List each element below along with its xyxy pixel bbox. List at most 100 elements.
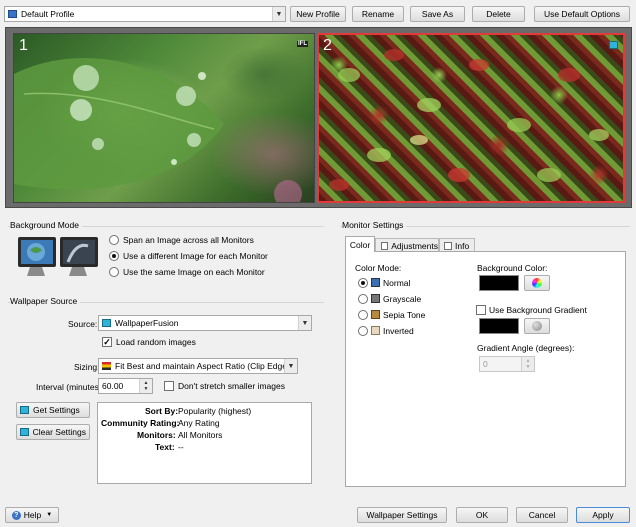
interval-label: Interval (minutes): (36, 382, 105, 392)
use-gradient-checkbox[interactable] (476, 305, 486, 315)
info-text-key: Text: (155, 442, 175, 452)
bg-mode-different-radio[interactable] (109, 251, 119, 261)
info-sortby-value: Popularity (highest) (178, 406, 252, 416)
source-select[interactable]: WallpaperFusion ▼ (98, 315, 312, 331)
color-mode-sepia-label: Sepia Tone (383, 310, 426, 320)
sizing-select[interactable]: Fit Best and maintain Aspect Ratio (Clip… (98, 358, 298, 374)
monitor-2-number: 2 (323, 37, 332, 54)
clear-settings-button[interactable]: Clear Settings (16, 424, 90, 440)
inverted-mode-icon (371, 326, 380, 335)
interval-value: 60.00 (102, 381, 124, 391)
wallpaperfusion-icon (20, 406, 29, 414)
cancel-button[interactable]: Cancel (516, 507, 568, 523)
tab-color[interactable]: Color (345, 236, 375, 252)
gradient-color-picker-button[interactable] (524, 318, 550, 334)
use-default-options-button[interactable]: Use Default Options (534, 6, 630, 22)
dont-stretch-label: Don't stretch smaller images (178, 381, 285, 391)
chevron-down-icon: ▼ (298, 316, 311, 330)
delete-button[interactable]: Delete (472, 6, 525, 22)
color-mode-inverted-label: Inverted (383, 326, 414, 336)
ok-button[interactable]: OK (456, 507, 508, 523)
gradient-color-disabled-icon (532, 321, 542, 331)
tab-adjustments-label: Adjustments (391, 240, 438, 251)
background-color-swatch[interactable] (479, 275, 519, 291)
color-mode-normal-label: Normal (383, 278, 411, 288)
color-mode-sepia-radio[interactable] (358, 310, 368, 320)
coleus-image (329, 49, 609, 191)
interval-input[interactable]: 60.00 ▲ ▼ (98, 378, 153, 394)
monitor-1-preview[interactable]: 1 IFL (13, 33, 315, 203)
background-color-picker-button[interactable] (524, 275, 550, 291)
gradient-angle-label: Gradient Angle (degrees): (477, 343, 575, 353)
wallpaper-source-title: Wallpaper Source (10, 296, 81, 306)
save-as-button[interactable]: Save As (410, 6, 465, 22)
color-mode-normal-radio[interactable] (358, 278, 368, 288)
load-random-checkbox[interactable]: ✓ (102, 337, 112, 347)
load-random-label: Load random images (116, 337, 196, 347)
leaf-image (14, 58, 302, 202)
help-button[interactable]: ? Help ▼ (5, 507, 59, 523)
chevron-down-icon: ▼ (272, 7, 285, 21)
tab-info-label: Info (455, 240, 470, 251)
get-settings-button[interactable]: Get Settings (16, 402, 90, 418)
info-rating-key: Community Rating: (101, 418, 180, 428)
get-settings-label: Get Settings (33, 405, 80, 415)
color-mode-grayscale-label: Grayscale (383, 294, 422, 304)
monitor-2-preview[interactable]: 2 (317, 33, 625, 203)
new-profile-button[interactable]: New Profile (290, 6, 346, 22)
info-tab-checkbox[interactable] (444, 241, 452, 250)
apply-button[interactable]: Apply (576, 507, 630, 523)
color-wheel-icon (532, 278, 542, 288)
sepia-mode-icon (371, 310, 380, 319)
spinner-arrows-icon[interactable]: ▲ ▼ (521, 357, 534, 371)
background-color-label: Background Color: (477, 263, 548, 273)
tab-adjustments[interactable]: Adjustments (375, 238, 439, 252)
spinner-arrows-icon[interactable]: ▲ ▼ (139, 379, 152, 393)
bg-mode-span-label: Span an Image across all Monitors (123, 235, 254, 245)
tab-info[interactable]: Info (439, 238, 475, 252)
wallpaper-settings-button[interactable]: Wallpaper Settings (357, 507, 447, 523)
bg-mode-same-label: Use the same Image on each Monitor (123, 267, 265, 277)
wallpaperfusion-icon (102, 319, 111, 327)
help-label: Help (23, 510, 42, 520)
color-mode-label: Color Mode: (355, 263, 402, 273)
grayscale-mode-icon (371, 294, 380, 303)
bg-mode-span-radio[interactable] (109, 235, 119, 245)
color-mode-inverted-radio[interactable] (358, 326, 368, 336)
color-mode-grayscale-radio[interactable] (358, 294, 368, 304)
info-rating-value: Any Rating (178, 418, 220, 428)
gradient-color-swatch[interactable] (479, 318, 519, 334)
gradient-angle-value: 0 (483, 359, 488, 369)
monitor-1-badge: IFL (297, 41, 308, 47)
tab-color-label: Color (349, 239, 371, 250)
monitor-2-badge-icon (609, 41, 618, 49)
chevron-down-icon: ▼ (284, 359, 297, 373)
bg-mode-same-radio[interactable] (109, 267, 119, 277)
sizing-label: Sizing: (74, 362, 100, 372)
info-sortby-key: Sort By: (145, 406, 179, 416)
bg-mode-different-label: Use a different Image for each Monitor (123, 251, 268, 261)
monitor-settings-title: Monitor Settings (342, 220, 407, 230)
source-label: Source: (68, 319, 98, 329)
clear-settings-label: Clear Settings (32, 427, 86, 437)
gradient-angle-input[interactable]: 0 ▲ ▼ (479, 356, 535, 372)
info-monitors-value: All Monitors (178, 430, 223, 440)
info-text-value: -- (178, 442, 184, 452)
use-gradient-label: Use Background Gradient (489, 305, 587, 315)
adjustments-checkbox[interactable] (381, 241, 389, 250)
profile-icon (8, 10, 17, 18)
normal-mode-icon (371, 278, 380, 287)
profile-value: Default Profile (21, 9, 75, 19)
sizing-value: Fit Best and maintain Aspect Ratio (Clip… (115, 361, 295, 371)
help-icon: ? (11, 510, 21, 520)
source-value: WallpaperFusion (115, 318, 179, 328)
rename-button[interactable]: Rename (352, 6, 404, 22)
sizing-flag-icon (102, 362, 111, 370)
background-mode-title: Background Mode (10, 220, 82, 230)
info-monitors-key: Monitors: (137, 430, 176, 440)
wallpaperfusion-icon (20, 428, 29, 436)
monitors-icon (18, 237, 98, 276)
monitor-1-number: 1 (19, 37, 28, 54)
profile-select[interactable]: Default Profile ▼ (4, 6, 286, 22)
dont-stretch-checkbox[interactable] (164, 381, 174, 391)
